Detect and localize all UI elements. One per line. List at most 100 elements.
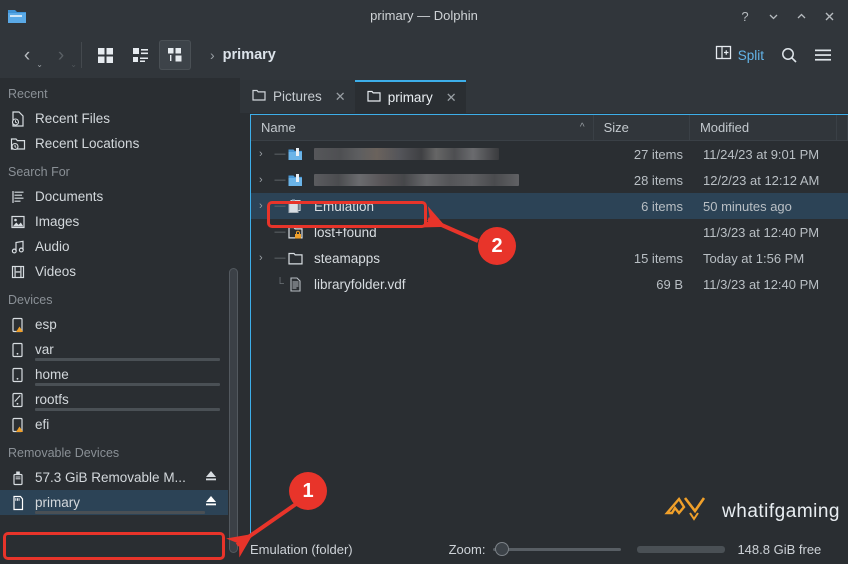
drive-icon	[8, 341, 28, 359]
breadcrumb-separator: ›	[210, 47, 215, 63]
sd-card-icon	[8, 494, 28, 512]
table-row[interactable]: › — Emulation 6 items 50 minutes ago	[251, 193, 848, 219]
drive-icon	[8, 366, 28, 384]
recent-file-icon	[8, 110, 28, 128]
tree-line: —	[274, 200, 286, 212]
sidebar-item-recent-files[interactable]: Recent Files	[0, 106, 228, 131]
blurred-file-name	[314, 174, 519, 186]
row-modified: 11/3/23 at 12:40 PM	[703, 224, 820, 240]
table-row[interactable]: › — 27 items 11/24/23 at 9:01 PM	[251, 141, 848, 167]
sidebar-item-videos[interactable]: Videos	[0, 259, 228, 284]
toolbar: ‹ ⌄ › ⌄ › primary Split	[0, 32, 848, 78]
breadcrumb[interactable]: › primary	[194, 38, 709, 72]
expand-arrow-icon[interactable]: ›	[259, 148, 273, 160]
hamburger-menu-icon[interactable]	[808, 40, 838, 70]
column-label: Size	[603, 120, 629, 135]
sidebar-item-images[interactable]: Images	[0, 209, 228, 234]
dolphin-window: primary — Dolphin ? ‹ ⌄ › ⌄ › primary Sp…	[0, 0, 848, 564]
row-modified: 12/2/23 at 12:12 AM	[703, 172, 820, 188]
expand-arrow-icon[interactable]: ›	[259, 174, 273, 186]
row-name: libraryfolder.vdf	[314, 276, 406, 292]
column-header-name[interactable]: Name ^	[251, 115, 594, 140]
folder-icon	[287, 250, 307, 267]
sidebar-item-audio[interactable]: Audio	[0, 234, 228, 259]
tab-close-icon[interactable]: ✕	[329, 89, 346, 105]
sidebar-item-documents[interactable]: Documents	[0, 184, 228, 209]
sidebar-item-esp[interactable]: esp	[0, 312, 228, 337]
forward-button[interactable]: › ⌄	[44, 38, 78, 72]
tree-line: —	[274, 226, 286, 238]
column-header-size[interactable]: Size	[594, 115, 690, 140]
sidebar-item-label: primary	[35, 495, 81, 510]
whatifgaming-logo-icon	[663, 493, 713, 530]
compact-view-button[interactable]	[124, 40, 156, 70]
split-icon	[715, 44, 732, 66]
tab-primary[interactable]: primary ✕	[354, 80, 466, 113]
tree-line: —	[274, 252, 286, 264]
table-row[interactable]: — lost+found 11/3/23 at 12:40 PM	[251, 219, 848, 245]
sidebar-item-label: Recent Files	[35, 111, 111, 126]
close-button[interactable]	[816, 3, 842, 29]
folder-icon	[367, 89, 381, 106]
expand-arrow-icon[interactable]: ›	[259, 252, 273, 264]
row-modified: Today at 1:56 PM	[703, 250, 805, 266]
search-icon[interactable]	[774, 40, 804, 70]
tree-line: └	[276, 278, 284, 290]
status-selection-info: Emulation (folder)	[250, 541, 353, 557]
sidebar-item-label: var	[35, 342, 54, 357]
toolbar-actions: Split	[709, 40, 848, 70]
minimize-button[interactable]	[760, 3, 786, 29]
recent-folder-icon	[8, 135, 28, 153]
icons-view-button[interactable]	[89, 40, 121, 70]
sidebar-section-recent: Recent	[8, 87, 48, 101]
expand-arrow-icon[interactable]: ›	[259, 200, 273, 212]
eject-icon[interactable]	[204, 468, 218, 487]
zoom-slider[interactable]	[493, 542, 622, 556]
sidebar-item-var[interactable]: var	[0, 337, 228, 362]
free-space-text: 148.8 GiB free	[737, 541, 822, 557]
sidebar-item-home[interactable]: home	[0, 362, 228, 387]
sidebar-item-efi[interactable]: efi	[0, 412, 228, 437]
annotation-marker-1: 1	[289, 472, 327, 510]
sort-ascending-icon: ^	[579, 122, 585, 133]
sidebar-section-devices: Devices	[8, 293, 53, 307]
capacity-bar	[35, 511, 205, 514]
table-row[interactable]: › — steamapps 15 items Today at 1:56 PM	[251, 245, 848, 271]
sidebar-item-label: Documents	[35, 189, 104, 204]
tree-line: —	[274, 148, 286, 160]
tab-close-icon[interactable]: ✕	[440, 90, 457, 106]
places-sidebar[interactable]: Recent Recent Files Recent Locations Sea…	[0, 78, 228, 564]
column-header-extra[interactable]	[837, 115, 848, 140]
table-row[interactable]: › — 28 items 12/2/23 at 12:12 AM	[251, 167, 848, 193]
sidebar-item-removable-media[interactable]: 57.3 GiB Removable M...	[0, 465, 228, 490]
sidebar-item-primary[interactable]: primary	[0, 490, 228, 515]
split-button[interactable]: Split	[709, 40, 770, 70]
sidebar-item-label: efi	[35, 417, 50, 432]
column-headers: Name ^ Size Modified	[251, 115, 848, 141]
window-controls: ?	[732, 0, 842, 32]
help-button[interactable]: ?	[732, 3, 758, 29]
sidebar-section-removable-devices: Removable Devices	[8, 446, 120, 460]
tab-pictures[interactable]: Pictures ✕	[240, 80, 355, 113]
sidebar-scrollbar[interactable]	[229, 268, 238, 553]
free-space-bar	[637, 545, 726, 553]
maximize-button[interactable]	[788, 3, 814, 29]
sidebar-item-rootfs[interactable]: rootfs	[0, 387, 228, 412]
breadcrumb-current[interactable]: primary	[223, 47, 276, 63]
row-modified: 11/24/23 at 9:01 PM	[703, 146, 820, 162]
sidebar-item-recent-locations[interactable]: Recent Locations	[0, 131, 228, 156]
back-button[interactable]: ‹ ⌄	[10, 38, 44, 72]
zoom-slider-handle[interactable]	[495, 542, 510, 556]
details-view-button[interactable]	[159, 40, 191, 70]
document-icon	[8, 188, 28, 206]
row-name: Emulation	[314, 198, 375, 214]
row-size: 28 items	[633, 172, 683, 188]
eject-icon[interactable]	[204, 493, 218, 512]
table-row[interactable]: └ libraryfolder.vdf 69 B 11/3/23 at 12:4…	[251, 271, 848, 297]
sidebar-item-label: Recent Locations	[35, 136, 140, 151]
column-header-modified[interactable]: Modified	[690, 115, 837, 140]
watermark-text: whatifgaming	[722, 500, 840, 522]
row-name: steamapps	[314, 250, 381, 266]
sidebar-item-label: Audio	[35, 239, 70, 254]
toolbar-divider	[81, 42, 82, 68]
